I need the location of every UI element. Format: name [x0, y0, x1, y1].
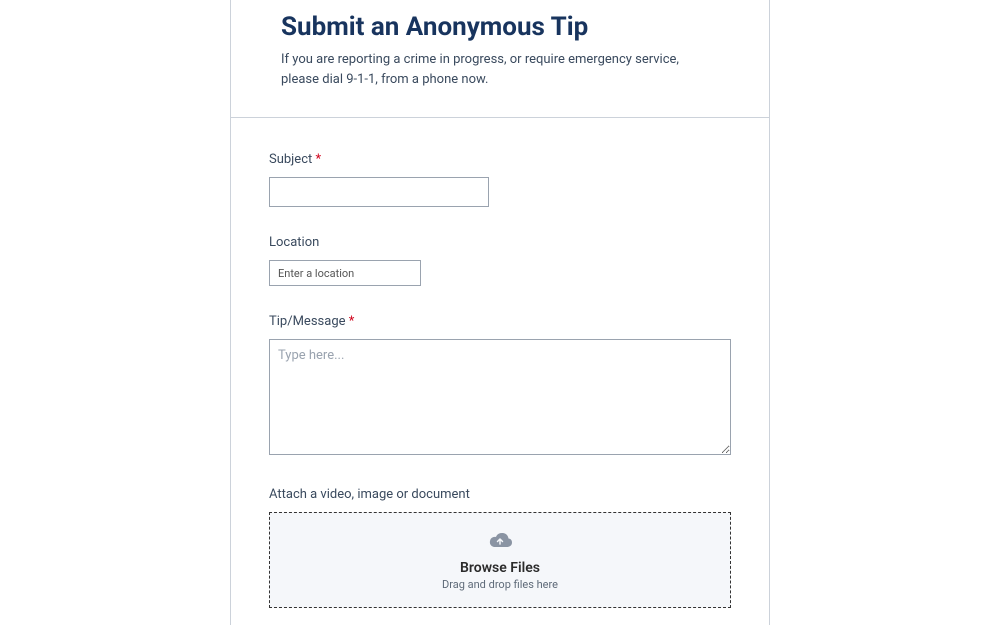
subject-label-text: Subject: [269, 152, 312, 167]
location-field: Location: [269, 235, 731, 286]
message-label-text: Tip/Message: [269, 314, 346, 329]
page-title: Submit an Anonymous Tip: [281, 12, 719, 42]
required-marker: *: [315, 152, 321, 167]
cloud-upload-icon: [486, 530, 514, 554]
location-input[interactable]: [269, 260, 421, 286]
location-label: Location: [269, 235, 731, 250]
subject-label: Subject *: [269, 152, 731, 167]
attach-field: Attach a video, image or document Browse…: [269, 487, 731, 608]
form-body: Subject * Location Tip/Message * Attach …: [231, 118, 769, 608]
form-panel: Submit an Anonymous Tip If you are repor…: [230, 0, 770, 625]
form-header: Submit an Anonymous Tip If you are repor…: [231, 0, 769, 118]
drag-drop-hint: Drag and drop files here: [442, 578, 558, 591]
message-field: Tip/Message *: [269, 314, 731, 459]
message-textarea[interactable]: [269, 339, 731, 455]
subject-input[interactable]: [269, 177, 489, 207]
browse-files-label: Browse Files: [460, 560, 540, 576]
required-marker: *: [349, 314, 355, 329]
subject-field: Subject *: [269, 152, 731, 207]
attach-label: Attach a video, image or document: [269, 487, 731, 502]
page-subtitle: If you are reporting a crime in progress…: [281, 50, 719, 89]
file-dropzone[interactable]: Browse Files Drag and drop files here: [269, 512, 731, 608]
message-label: Tip/Message *: [269, 314, 731, 329]
